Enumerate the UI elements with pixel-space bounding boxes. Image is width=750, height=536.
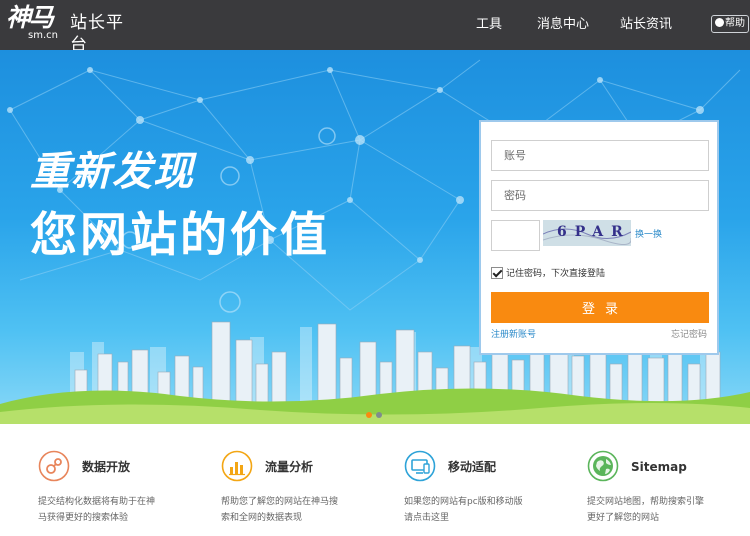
captcha-input[interactable] [491, 220, 540, 251]
data-open-icon [38, 450, 70, 482]
feature-title: Sitemap [631, 460, 687, 474]
help-button[interactable]: 帮助 [711, 15, 749, 33]
nav-message-center[interactable]: 消息中心 [537, 16, 589, 34]
logo-mark: 神马 [6, 3, 54, 32]
login-button[interactable]: 登录 [491, 292, 709, 323]
lightbulb-icon [715, 18, 724, 27]
register-link[interactable]: 注册新账号 [491, 329, 536, 341]
forgot-password-link[interactable]: 忘记密码 [671, 329, 707, 341]
remember-checkbox[interactable] [491, 267, 503, 279]
feature-description: 提交网站地图，帮助搜索引擎更好了解您的网站 [587, 497, 705, 523]
feature-description: 提交结构化数据将有助于在神马获得更好的搜索体验 [38, 497, 156, 523]
carousel-dot[interactable] [376, 412, 382, 418]
bar-chart-icon [221, 450, 253, 482]
shenma-logo[interactable]: 神马 sm.cn 站长平台 [6, 3, 141, 55]
top-header: 神马 sm.cn 站长平台 工具 消息中心 站长资讯 帮助 [0, 0, 750, 55]
help-label: 帮助 [725, 18, 745, 29]
feature-description: 如果您的网站有pc版和移动版请点击这里 [404, 497, 523, 523]
hero-banner: 重新发现 您网站的价值 账号 6PAR 换一换 记住密码，下次直接登陆 登录 注… [0, 50, 750, 424]
captcha-text: 6PAR [557, 224, 631, 240]
remember-password[interactable]: 记住密码，下次直接登陆 [491, 267, 605, 281]
carousel-indicators [366, 403, 386, 422]
logo-domain: sm.cn [28, 30, 58, 41]
feature-description: 帮助您了解您的网站在神马搜索和全网的数据表现 [221, 497, 339, 523]
feature-title: 移动适配 [448, 460, 497, 474]
nav-tools[interactable]: 工具 [476, 16, 502, 34]
devices-icon [404, 450, 436, 482]
carousel-dot-active[interactable] [366, 412, 372, 418]
headline-primary: 重新发现 [30, 149, 194, 195]
login-panel: 6PAR 换一换 记住密码，下次直接登陆 登录 注册新账号 忘记密码 [479, 120, 719, 355]
feature-title: 流量分析 [265, 460, 314, 474]
nav-webmaster-news[interactable]: 站长资讯 [620, 16, 672, 34]
captcha-refresh-link[interactable]: 换一换 [635, 229, 662, 241]
feature-title: 数据开放 [82, 460, 131, 474]
headline-secondary: 您网站的价值 [30, 208, 330, 263]
remember-label: 记住密码，下次直接登陆 [506, 269, 606, 279]
password-input[interactable] [491, 180, 709, 211]
globe-icon [587, 450, 619, 482]
account-input[interactable] [491, 140, 709, 171]
captcha-image[interactable]: 6PAR [543, 220, 631, 246]
